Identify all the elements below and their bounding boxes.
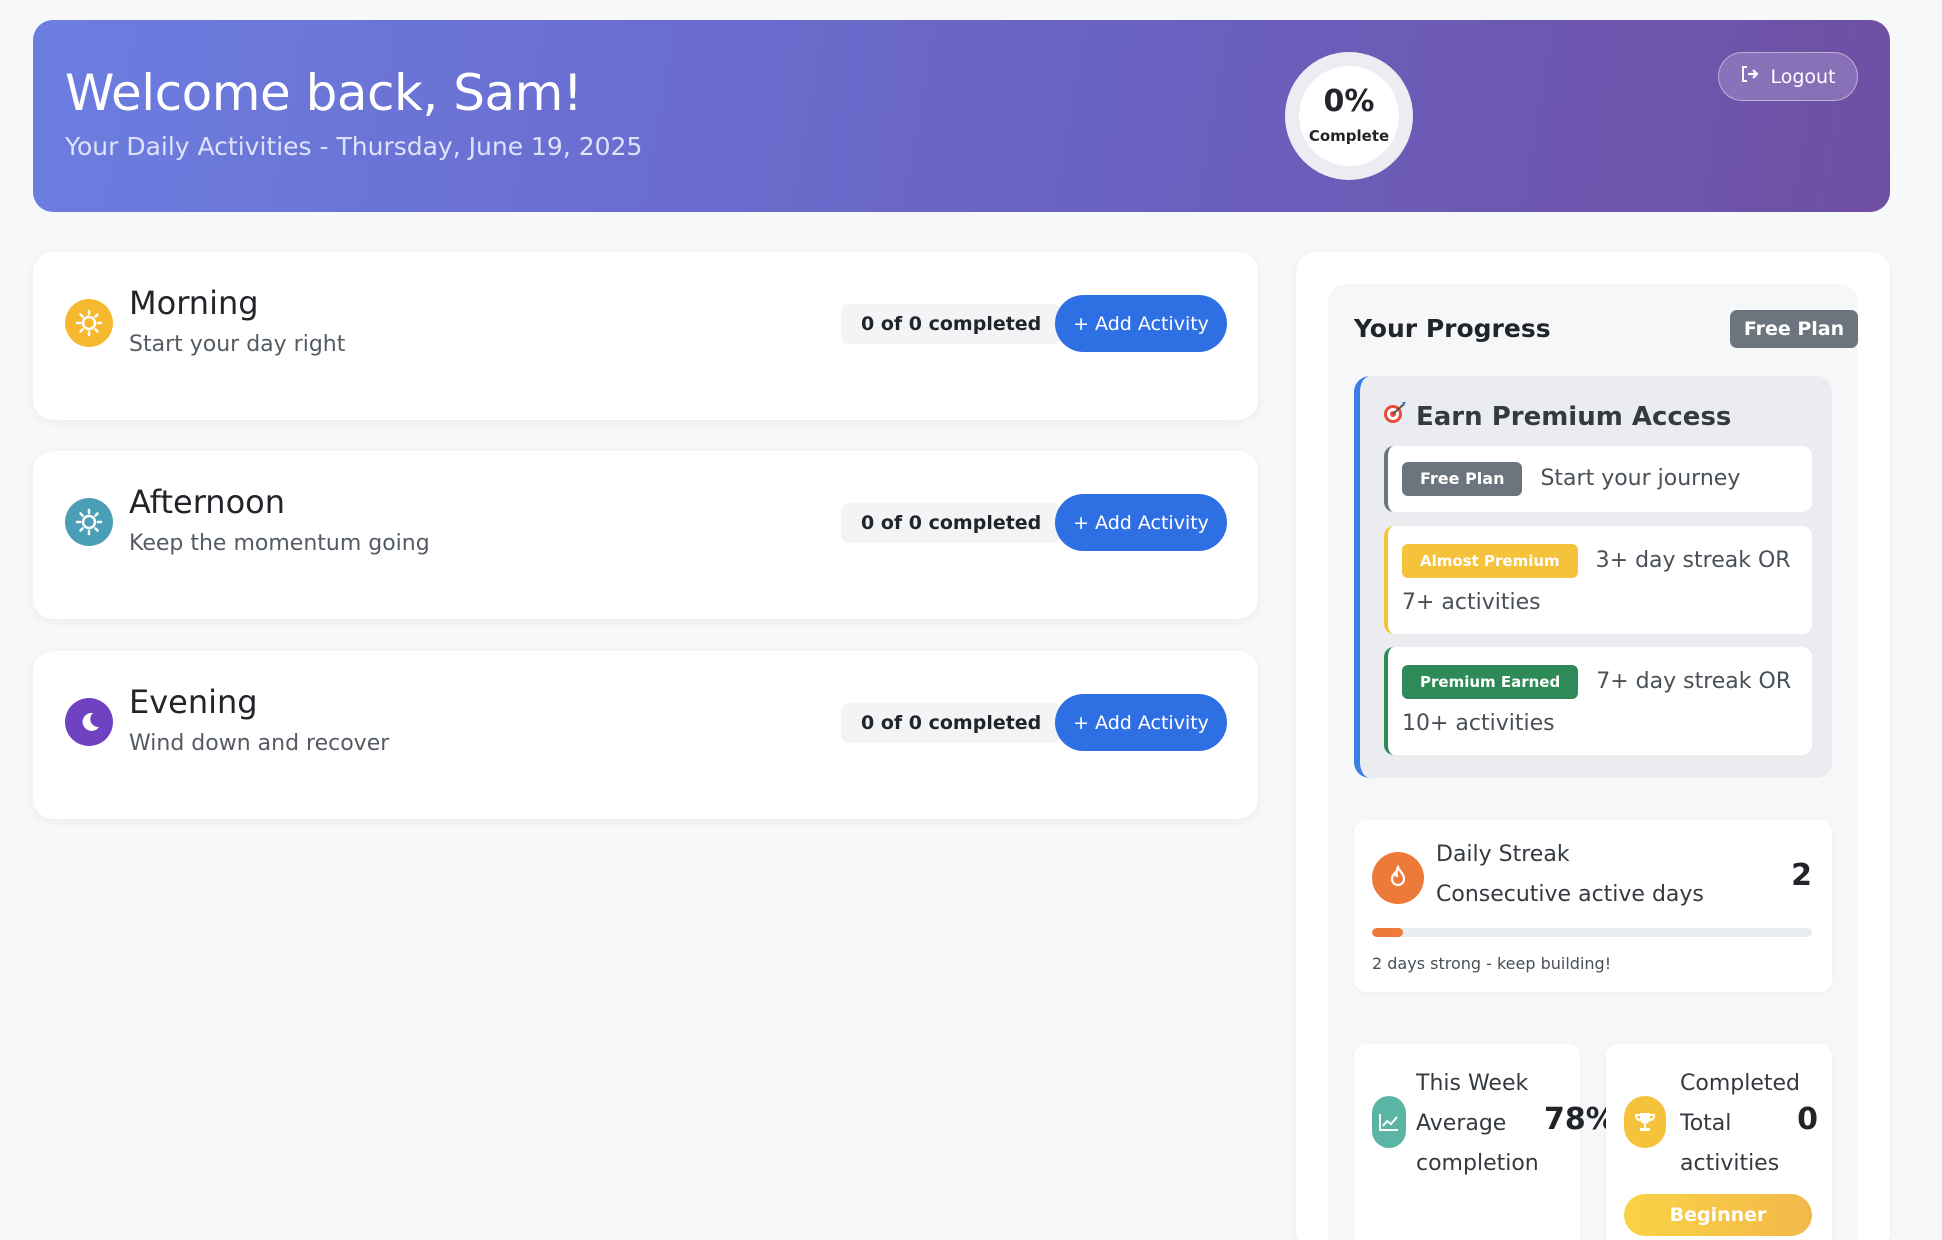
period-card-afternoon: Afternoon Keep the momentum going 0 of 0… — [33, 451, 1258, 619]
completion-count: 0 of 0 completed — [841, 503, 1062, 543]
streak-value: 2 — [1791, 858, 1812, 893]
tier-text: 7+ day streak OR — [1596, 669, 1792, 694]
streak-note: 2 days strong - keep building! — [1372, 954, 1612, 973]
period-description: Start your day right — [129, 332, 346, 357]
page-subtitle: Your Daily Activities - Thursday, June 1… — [65, 132, 643, 161]
welcome-header: Welcome back, Sam! Your Daily Activities… — [33, 20, 1890, 212]
streak-sublabel: Consecutive active days — [1436, 882, 1704, 907]
streak-label: Daily Streak — [1436, 842, 1570, 867]
plan-badge: Free Plan — [1730, 310, 1858, 348]
tier-premium-earned: Premium Earned 7+ day streak OR 10+ activ… — [1384, 647, 1812, 755]
tier-text: 3+ day streak OR — [1595, 548, 1791, 573]
daily-streak-card: Daily Streak Consecutive active days 2 2… — [1354, 820, 1832, 992]
sun-icon — [65, 498, 113, 546]
streak-progress-bar — [1372, 928, 1812, 937]
add-activity-button-evening[interactable]: + Add Activity — [1055, 694, 1227, 751]
chart-line-icon — [1372, 1096, 1406, 1148]
add-activity-button-morning[interactable]: + Add Activity — [1055, 295, 1227, 352]
completed-total-card: Completed Total activities 0 Beginner — [1606, 1044, 1832, 1240]
completed-total-labels: Completed Total activities — [1680, 1071, 1800, 1176]
trophy-icon — [1624, 1096, 1666, 1148]
earn-premium-section: Earn Premium Access Free Plan Start your … — [1354, 376, 1832, 778]
earn-premium-title: Earn Premium Access — [1382, 400, 1731, 433]
page-title: Welcome back, Sam! — [65, 64, 583, 122]
weekly-average-labels: This Week Average completion — [1416, 1071, 1539, 1176]
tier-text-continued: 7+ activities — [1402, 590, 1541, 615]
logout-icon — [1740, 65, 1760, 88]
tier-text: Start your journey — [1540, 466, 1741, 491]
tier-text-continued: 10+ activities — [1402, 711, 1555, 736]
target-icon — [1382, 400, 1408, 433]
weekly-average-card: This Week Average completion 78% — [1354, 1044, 1616, 1240]
progress-title: Your Progress — [1354, 314, 1551, 343]
daily-progress-ring: 0% Complete — [1285, 52, 1413, 180]
logout-label: Logout — [1770, 65, 1836, 88]
progress-panel-inner: Your Progress Free Plan Earn Premium Acc… — [1328, 284, 1858, 1240]
tier-badge: Premium Earned — [1402, 665, 1579, 699]
progress-label: Complete — [1308, 127, 1390, 145]
tier-almost-premium: Almost Premium 3+ day streak OR 7+ activi… — [1384, 526, 1812, 634]
period-description: Keep the momentum going — [129, 531, 430, 556]
period-name: Morning — [129, 284, 259, 322]
moon-icon — [65, 698, 113, 746]
add-activity-button-afternoon[interactable]: + Add Activity — [1055, 494, 1227, 551]
period-description: Wind down and recover — [129, 731, 390, 756]
level-badge: Beginner — [1624, 1194, 1812, 1236]
streak-progress-fill — [1372, 928, 1403, 937]
progress-percent: 0% — [1323, 84, 1375, 119]
period-card-morning: Morning Start your day right 0 of 0 comp… — [33, 252, 1258, 420]
period-name: Afternoon — [129, 483, 285, 521]
period-name: Evening — [129, 683, 258, 721]
progress-panel: Your Progress Free Plan Earn Premium Acc… — [1296, 252, 1890, 1240]
logout-button[interactable]: Logout — [1718, 52, 1858, 101]
tier-badge: Almost Premium — [1402, 544, 1578, 578]
tier-free-plan: Free Plan Start your journey — [1384, 446, 1812, 512]
completion-count: 0 of 0 completed — [841, 304, 1062, 344]
tier-badge: Free Plan — [1402, 462, 1523, 496]
completion-count: 0 of 0 completed — [841, 703, 1062, 743]
completed-total-value: 0 — [1797, 1102, 1818, 1137]
fire-icon — [1372, 852, 1424, 904]
sun-icon — [65, 299, 113, 347]
period-card-evening: Evening Wind down and recover 0 of 0 com… — [33, 651, 1258, 819]
